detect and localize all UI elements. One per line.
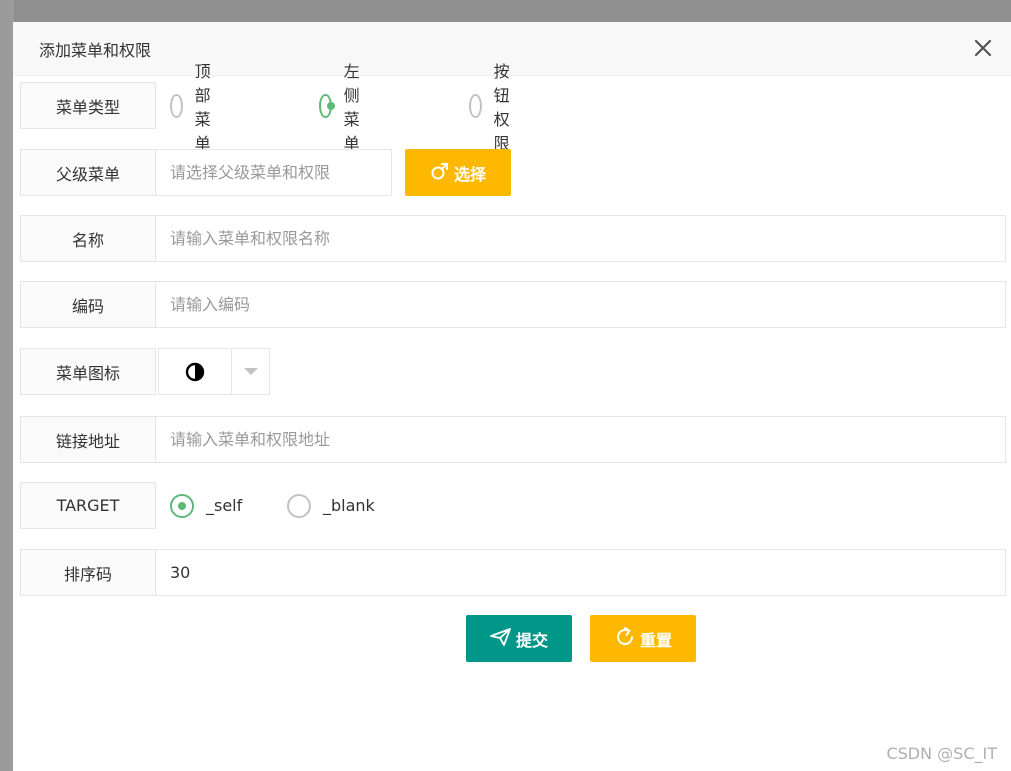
target-label: TARGET [20, 482, 156, 529]
radio-label: _self [206, 496, 243, 515]
target-radio-blank[interactable]: _blank [287, 482, 375, 529]
male-symbol-icon [430, 161, 450, 185]
half-circle-icon [185, 362, 205, 381]
submit-button-label: 提交 [515, 630, 548, 650]
name-input-wrap [156, 215, 1006, 262]
caret-down-icon [244, 367, 258, 375]
radio-circle [170, 93, 183, 118]
menu-type-radio-left[interactable]: 左侧菜单 [319, 62, 371, 153]
select-parent-button[interactable]: 选择 [405, 149, 511, 196]
paper-plane-icon [490, 627, 512, 651]
name-row: 名称 [20, 215, 1006, 262]
target-radio-self[interactable]: _self [170, 482, 242, 529]
radio-label: 顶部菜单 [194, 61, 211, 153]
menu-type-label: 菜单类型 [20, 82, 156, 129]
parent-menu-label: 父级菜单 [20, 149, 156, 196]
target-row: TARGET _self _blank [20, 482, 1005, 529]
parent-menu-input[interactable] [156, 150, 391, 195]
link-input[interactable] [156, 417, 1005, 462]
code-input-wrap [156, 281, 1006, 328]
link-label: 链接地址 [20, 416, 156, 463]
close-icon [974, 39, 992, 57]
parent-menu-row: 父级菜单 选择 [20, 149, 1005, 196]
menu-type-radio-button[interactable]: 按钮权限 [469, 62, 521, 153]
name-input[interactable] [156, 216, 1005, 261]
sort-row: 排序码 [20, 549, 1006, 596]
link-input-wrap [156, 416, 1006, 463]
menu-icon-preview [159, 349, 231, 394]
radio-label: _blank [323, 496, 375, 515]
page-backdrop-left [0, 0, 14, 771]
watermark: CSDN @SC_IT [886, 744, 997, 763]
sort-input-wrap [156, 549, 1006, 596]
add-menu-dialog: 添加菜单和权限 菜单类型 顶部菜单 左侧菜单 按钮权限 父级菜单 请选择父级菜单… [13, 22, 1011, 771]
menu-icon-label: 菜单图标 [20, 348, 156, 395]
menu-icon-row: 菜单图标 [20, 348, 1005, 395]
code-row: 编码 [20, 281, 1006, 328]
name-label: 名称 [20, 215, 156, 262]
dialog-title: 添加菜单和权限 [39, 41, 152, 60]
close-button[interactable] [971, 36, 995, 60]
sort-input[interactable] [156, 550, 1005, 595]
menu-type-row: 菜单类型 顶部菜单 左侧菜单 按钮权限 [20, 62, 1005, 153]
radio-circle [319, 93, 335, 118]
reset-button-label: 重置 [639, 630, 672, 650]
reset-button[interactable]: 重置 [590, 615, 696, 662]
radio-circle [170, 493, 194, 518]
submit-button[interactable]: 提交 [466, 615, 572, 662]
menu-icon-picker[interactable] [158, 348, 270, 395]
page-backdrop-top [0, 0, 1011, 22]
menu-type-radio-top[interactable]: 顶部菜单 [170, 62, 222, 153]
refresh-icon [614, 626, 636, 652]
radio-circle [287, 493, 311, 518]
code-input[interactable] [156, 282, 1005, 327]
radio-label: 左侧菜单 [343, 61, 360, 153]
code-label: 编码 [20, 281, 156, 328]
picker-dropdown-toggle[interactable] [232, 349, 270, 394]
radio-label: 按钮权限 [493, 61, 510, 153]
select-parent-button-label: 选择 [453, 164, 486, 184]
link-row: 链接地址 [20, 416, 1006, 463]
radio-circle [469, 93, 482, 118]
parent-menu-input-wrap [156, 149, 392, 196]
sort-label: 排序码 [20, 549, 156, 596]
